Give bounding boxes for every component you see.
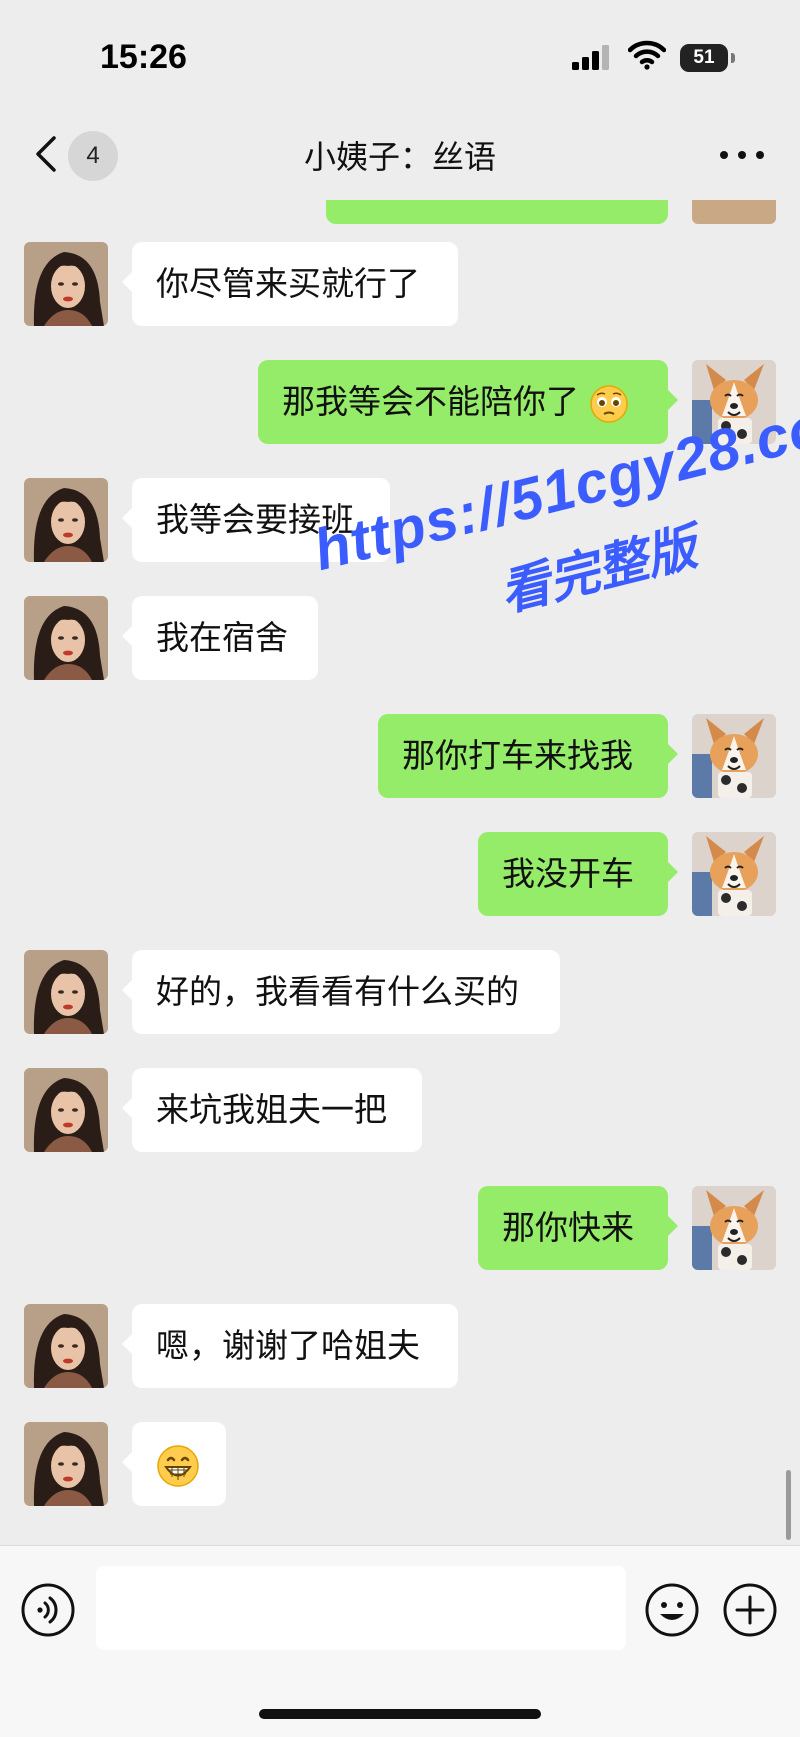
self-avatar[interactable]	[692, 832, 776, 916]
cellular-signal-icon	[572, 45, 609, 70]
message-input[interactable]	[96, 1566, 626, 1650]
message-text: 好的，我看看有什么买的	[156, 972, 519, 1011]
contact-avatar[interactable]	[24, 1422, 108, 1506]
contact-avatar-image	[24, 950, 108, 1034]
message-bubble[interactable]: 你尽管来买就行了	[122, 242, 458, 326]
contact-avatar[interactable]	[24, 1068, 108, 1152]
message-bubble[interactable]: 那你快来	[478, 1186, 678, 1270]
message-bubble[interactable]	[122, 1422, 226, 1506]
message-bubble[interactable]: 嗯，谢谢了哈姐夫	[122, 1304, 458, 1388]
message-bubble[interactable]: 那你打车来找我	[378, 714, 678, 798]
chat-header: 4 小姨子：丝语	[0, 110, 800, 200]
battery-level: 51	[693, 47, 715, 68]
status-bar: 15:26 51	[0, 0, 800, 110]
contact-avatar[interactable]	[24, 1304, 108, 1388]
plus-icon[interactable]	[722, 1582, 778, 1638]
partial-self-avatar	[692, 200, 776, 224]
voice-icon[interactable]	[20, 1582, 76, 1638]
message-bubble[interactable]: 我没开车	[478, 832, 678, 916]
self-avatar[interactable]	[692, 714, 776, 798]
contact-avatar[interactable]	[24, 950, 108, 1034]
message-bubble[interactable]: 我在宿舍	[122, 596, 318, 680]
partial-outgoing-bubble	[326, 200, 668, 224]
message-text: 我在宿舍	[156, 618, 288, 657]
message-text: 那我等会不能陪你了	[282, 382, 579, 421]
message-text: 嗯，谢谢了哈姐夫	[156, 1326, 420, 1365]
message-bubble[interactable]: 好的，我看看有什么买的	[122, 950, 560, 1034]
contact-avatar[interactable]	[24, 596, 108, 680]
chat-title: 小姨子：丝语	[303, 138, 496, 176]
contact-avatar[interactable]	[24, 242, 108, 326]
message-text: 那你打车来找我	[402, 736, 633, 775]
battery-nub	[731, 53, 735, 63]
contact-avatar-image	[24, 478, 108, 562]
status-time: 15:26	[100, 38, 187, 76]
contact-avatar-image	[24, 1068, 108, 1152]
message-text: 那你快来	[502, 1208, 634, 1247]
more-options-icon[interactable]	[712, 140, 772, 170]
contact-avatar-image	[24, 1304, 108, 1388]
self-avatar-image	[692, 832, 776, 916]
home-indicator	[259, 1709, 541, 1719]
message-text: 我没开车	[502, 854, 634, 893]
contact-avatar-image	[24, 242, 108, 326]
message-bubble[interactable]: 来坑我姐夫一把	[122, 1068, 422, 1152]
grinning-face-icon	[157, 1444, 199, 1487]
scrollbar[interactable]	[786, 1470, 791, 1540]
self-avatar-image	[692, 714, 776, 798]
emoji-icon[interactable]	[644, 1582, 700, 1638]
wifi-icon	[628, 40, 666, 70]
battery-icon: 51	[680, 44, 728, 72]
input-bar	[0, 1545, 800, 1737]
contact-avatar[interactable]	[24, 478, 108, 562]
self-avatar[interactable]	[692, 1186, 776, 1270]
message-text: 你尽管来买就行了	[156, 264, 420, 303]
contact-avatar-image	[24, 1422, 108, 1506]
self-avatar-image	[692, 1186, 776, 1270]
message-text: 来坑我姐夫一把	[156, 1090, 387, 1129]
contact-avatar-image	[24, 596, 108, 680]
